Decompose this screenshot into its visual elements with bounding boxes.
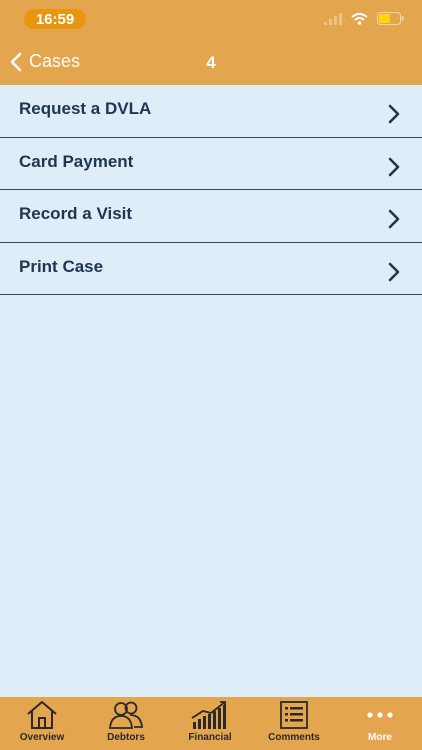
tab-overview[interactable]: Overview xyxy=(0,697,84,750)
status-icons xyxy=(324,12,404,25)
tab-label: Comments xyxy=(268,732,320,743)
page-title: 4 xyxy=(206,53,216,72)
menu-item-print-case[interactable]: Print Case xyxy=(0,243,422,295)
tab-label: Debtors xyxy=(107,732,145,743)
list-icon xyxy=(280,701,308,729)
menu-item-label: Request a DVLA xyxy=(19,99,152,119)
chart-icon xyxy=(191,701,226,729)
tab-label: Financial xyxy=(188,732,232,743)
chevron-right-icon xyxy=(388,157,400,176)
home-icon xyxy=(27,701,57,729)
chevron-right-icon xyxy=(388,209,400,229)
chevron-right-icon xyxy=(388,262,400,281)
menu-item-card-payment[interactable]: Card Payment xyxy=(0,138,422,190)
menu-item-label: Record a Visit xyxy=(19,204,133,224)
menu-item-record-visit[interactable]: Record a Visit xyxy=(0,190,422,243)
tab-comments[interactable]: Comments xyxy=(252,697,336,750)
signal-icon xyxy=(324,12,342,25)
status-time: 16:59 xyxy=(24,9,86,29)
people-icon xyxy=(109,701,143,729)
menu-item-request-dvla[interactable]: Request a DVLA xyxy=(0,85,422,138)
more-icon xyxy=(367,712,393,718)
tab-more[interactable]: More xyxy=(338,697,422,750)
tab-financial[interactable]: Financial xyxy=(168,697,252,750)
navigation-bar: Cases 4 xyxy=(0,40,422,85)
menu-item-label: Print Case xyxy=(19,256,104,276)
action-list: Request a DVLA Card Payment Record a Vis… xyxy=(0,85,422,295)
chevron-right-icon xyxy=(388,104,400,124)
battery-icon xyxy=(377,12,404,25)
status-bar: 16:59 xyxy=(0,0,422,40)
tab-label: More xyxy=(368,732,392,743)
wifi-icon xyxy=(351,12,368,25)
menu-item-label: Card Payment xyxy=(19,151,134,171)
tab-label: Overview xyxy=(19,732,65,743)
tab-bar: Overview Debtors Financial Comments More xyxy=(0,697,422,750)
tab-debtors[interactable]: Debtors xyxy=(84,697,168,750)
